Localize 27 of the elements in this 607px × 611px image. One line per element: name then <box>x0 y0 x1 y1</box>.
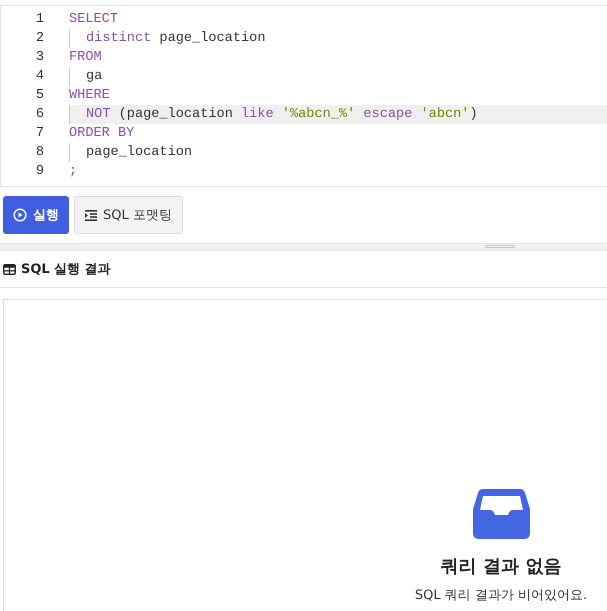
code-line: SELECT <box>69 12 118 27</box>
line-number: 1 <box>34 11 45 29</box>
indent-icon <box>85 210 97 220</box>
play-icon <box>13 208 27 222</box>
line-number: 4 <box>34 68 45 86</box>
empty-message: SQL 쿼리 결과가 비어있어요. <box>414 587 588 604</box>
empty-title: 쿼리 결과 없음 <box>440 555 562 578</box>
code-line: FROM <box>69 50 102 65</box>
code-line: page_location <box>86 145 192 160</box>
inbox-icon <box>472 489 530 539</box>
format-button[interactable]: SQL 포맷팅 <box>74 196 183 234</box>
resize-handle[interactable] <box>0 243 607 251</box>
line-number: 7 <box>34 125 45 143</box>
code-line: NOT (page_location like '%abcn_%' escape 'abcn') <box>86 107 478 122</box>
line-number: 9 <box>34 163 45 181</box>
line-number: 5 <box>34 87 45 105</box>
run-button[interactable]: 실행 <box>3 196 69 234</box>
line-number: 8 <box>34 144 45 162</box>
results-title: SQL 실행 결과 <box>21 261 111 278</box>
code-line: distinct page_location <box>86 31 266 46</box>
line-number: 3 <box>34 49 45 67</box>
code-line: ORDER BY <box>69 126 134 141</box>
code-line: ga <box>86 69 102 84</box>
code-line: ; <box>69 164 78 179</box>
line-number: 2 <box>34 30 45 48</box>
code-line: WHERE <box>69 88 110 103</box>
table-icon <box>3 264 16 274</box>
